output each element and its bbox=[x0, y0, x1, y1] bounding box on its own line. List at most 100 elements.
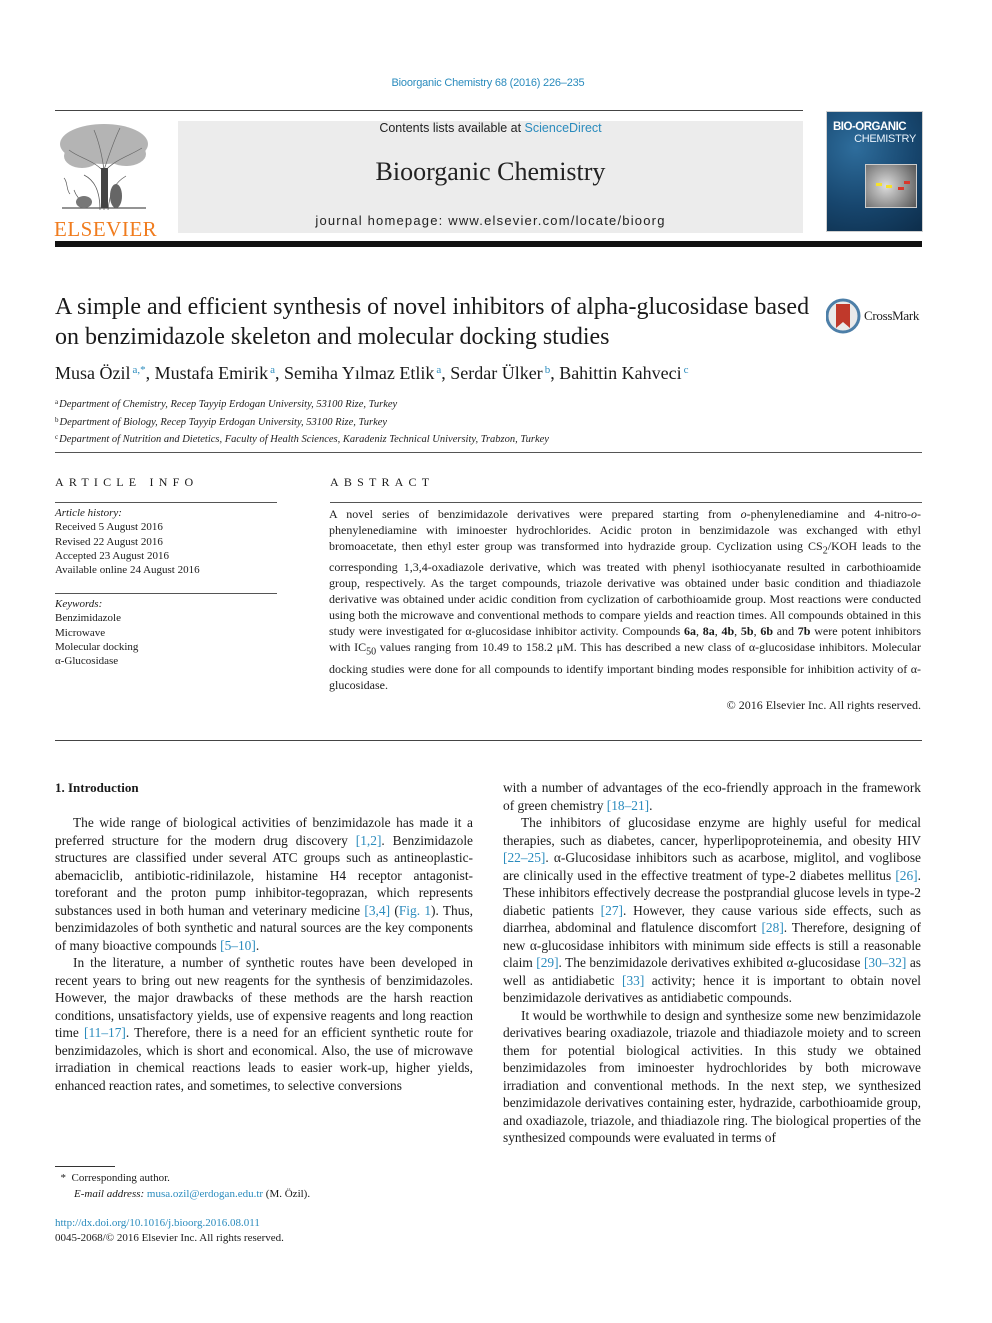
keyword-item: Molecular docking bbox=[55, 640, 139, 653]
body-column-right: with a number of advantages of the eco-f… bbox=[503, 779, 921, 1147]
footnote-mark: * bbox=[60, 1172, 67, 1184]
keyword-item: Benzimidazole bbox=[55, 612, 121, 625]
abstract-subscript: 50 bbox=[366, 646, 377, 658]
citation-link[interactable]: [1,2] bbox=[356, 833, 382, 848]
elsevier-logo[interactable]: ELSEVIER bbox=[54, 120, 157, 240]
text-segment: . The benzimidazole derivatives exhibite… bbox=[558, 955, 864, 970]
history-item: Accepted 23 August 2016 bbox=[55, 549, 169, 562]
header-thick-divider bbox=[55, 241, 922, 247]
compound-label: 8a bbox=[702, 624, 715, 639]
figure-link[interactable]: Fig. 1 bbox=[399, 903, 431, 918]
email-link[interactable]: musa.ozil@erdogan.edu.tr bbox=[147, 1188, 263, 1200]
email-label: E-mail address: bbox=[74, 1188, 147, 1200]
doi-link[interactable]: http://dx.doi.org/10.1016/j.bioorg.2016.… bbox=[55, 1216, 284, 1231]
abstract-segment: A novel series of benzimidazole derivati… bbox=[329, 507, 741, 521]
abstract-segment: values ranging from 10.49 to 158.2 μM. T… bbox=[329, 640, 921, 692]
article-history-label: Article history: bbox=[55, 507, 122, 519]
separator: and bbox=[773, 624, 798, 639]
citation-link[interactable]: [5–10] bbox=[220, 938, 256, 953]
compound-label: 5b bbox=[740, 624, 754, 639]
affiliation-key: a bbox=[55, 398, 59, 406]
author-affiliation-marker[interactable]: a,* bbox=[133, 364, 146, 376]
email-suffix: (M. Özil). bbox=[263, 1188, 311, 1200]
separator: , bbox=[734, 624, 741, 639]
abstract-heading: ABSTRACT bbox=[330, 475, 435, 489]
abstract-segment: -phenylenediamine and 4-nitro- bbox=[746, 507, 911, 521]
history-item: Available online 24 August 2016 bbox=[55, 564, 200, 577]
body-paragraph: In the literature, a number of synthetic… bbox=[55, 954, 473, 1094]
author-name[interactable]: Mustafa Emirik bbox=[155, 363, 268, 383]
author-affiliation-marker[interactable]: c bbox=[684, 364, 689, 376]
compound-label: 6a bbox=[684, 624, 696, 639]
citation-link[interactable]: [27] bbox=[601, 903, 623, 918]
author-list: Musa Özil a,*, Mustafa Emirik a, Semiha Yı… bbox=[55, 363, 689, 383]
issn-copyright: 0045-2068/© 2016 Elsevier Inc. All right… bbox=[55, 1232, 284, 1244]
citation-link[interactable]: [3,4] bbox=[364, 903, 390, 918]
citation-link[interactable]: [30–32] bbox=[864, 955, 906, 970]
author-affiliation-marker[interactable]: b bbox=[545, 364, 551, 376]
keyword-item: α-Glucosidase bbox=[55, 655, 119, 668]
journal-homepage[interactable]: journal homepage: www.elsevier.com/locat… bbox=[178, 213, 803, 228]
text-segment: . bbox=[255, 937, 260, 953]
text-segment: The inhibitors of glucosidase enzyme are… bbox=[503, 815, 921, 848]
compound-label: 6b bbox=[760, 624, 773, 639]
journal-reference-link[interactable]: Bioorganic Chemistry 68 (2016) 226–235 bbox=[0, 77, 976, 89]
text-segment: It would be worthwhile to design and syn… bbox=[503, 1007, 921, 1146]
keyword-item: Microwave bbox=[55, 626, 106, 639]
abstract-bottom-divider bbox=[55, 740, 922, 741]
keywords-label: Keywords: bbox=[55, 598, 103, 610]
body-paragraph: It would be worthwhile to design and syn… bbox=[503, 1007, 921, 1147]
citation-link[interactable]: [26] bbox=[895, 868, 917, 883]
author-name[interactable]: Bahittin Kahveci bbox=[559, 363, 681, 383]
author-affiliation-marker[interactable]: a bbox=[436, 364, 441, 376]
keywords-divider bbox=[55, 593, 277, 594]
separator: , bbox=[696, 624, 703, 639]
affiliation-item: aDepartment of Chemistry, Recep Tayyip E… bbox=[55, 395, 915, 413]
affiliation-text: Department of Biology, Recep Tayyip Erdo… bbox=[59, 416, 388, 428]
compound-label: 7b bbox=[797, 624, 811, 639]
citation-link[interactable]: [29] bbox=[536, 955, 558, 970]
citation-link[interactable]: [18–21] bbox=[607, 798, 649, 813]
introduction-heading: 1. Introduction bbox=[55, 780, 139, 795]
article-title: A simple and efficient synthesis of nove… bbox=[55, 294, 810, 350]
doi-block: http://dx.doi.org/10.1016/j.bioorg.2016.… bbox=[55, 1216, 284, 1246]
affiliation-text: Department of Nutrition and Dietetics, F… bbox=[59, 434, 549, 445]
molecule-fragment bbox=[886, 185, 892, 188]
author-name[interactable]: Musa Özil bbox=[55, 363, 131, 383]
cover-title-line1: BIO-ORGANIC bbox=[833, 121, 907, 133]
history-item: Revised 22 August 2016 bbox=[55, 535, 163, 548]
journal-cover-image[interactable]: BIO-ORGANIC CHEMISTRY bbox=[826, 111, 923, 232]
cover-title-line2: CHEMISTRY bbox=[854, 133, 916, 145]
journal-title: Bioorganic Chemistry bbox=[375, 157, 606, 186]
citation-link[interactable]: [33] bbox=[622, 973, 644, 988]
affiliation-text: Department of Chemistry, Recep Tayyip Er… bbox=[59, 399, 398, 410]
crossmark-button[interactable]: CrossMark bbox=[825, 298, 926, 334]
cover-molecule-image bbox=[865, 164, 917, 208]
text-segment: . α-Glucosidase inhibitors such as acarb… bbox=[503, 850, 921, 883]
citation-link[interactable]: [28] bbox=[761, 920, 783, 935]
compound-label: 4b bbox=[721, 624, 735, 639]
author-name[interactable]: Semiha Yılmaz Etlik bbox=[284, 363, 434, 383]
text-segment: . bbox=[649, 797, 653, 813]
author-name[interactable]: Serdar Ülker bbox=[450, 363, 542, 383]
citation-link[interactable]: [11–17] bbox=[84, 1025, 126, 1040]
email-note: E-mail address: musa.ozil@erdogan.edu.tr… bbox=[55, 1186, 475, 1202]
footnote-text: Corresponding author. bbox=[71, 1172, 170, 1184]
affiliation-item: bDepartment of Biology, Recep Tayyip Erd… bbox=[55, 413, 915, 431]
citation-link[interactable]: [22–25] bbox=[503, 850, 545, 865]
affiliation-item: cDepartment of Nutrition and Dietetics, … bbox=[55, 430, 915, 448]
author-affiliation-marker[interactable]: a bbox=[270, 364, 275, 376]
molecule-fragment bbox=[898, 187, 904, 190]
contents-prefix: Contents lists available at bbox=[379, 121, 525, 135]
molecule-fragment bbox=[876, 183, 882, 186]
history-item: Received 5 August 2016 bbox=[55, 521, 163, 534]
footnotes: * Corresponding author. E-mail address: … bbox=[55, 1170, 475, 1202]
abstract-copyright: © 2016 Elsevier Inc. All rights reserved… bbox=[726, 698, 921, 712]
abstract-text: A novel series of benzimidazole derivati… bbox=[329, 506, 921, 693]
corresponding-author-note: * Corresponding author. bbox=[55, 1170, 475, 1186]
molecule-fragment bbox=[904, 181, 910, 184]
elsevier-tree-icon bbox=[60, 124, 148, 211]
article-info-divider bbox=[55, 502, 277, 503]
sciencedirect-link[interactable]: ScienceDirect bbox=[525, 121, 602, 135]
abstract-divider bbox=[330, 502, 922, 503]
